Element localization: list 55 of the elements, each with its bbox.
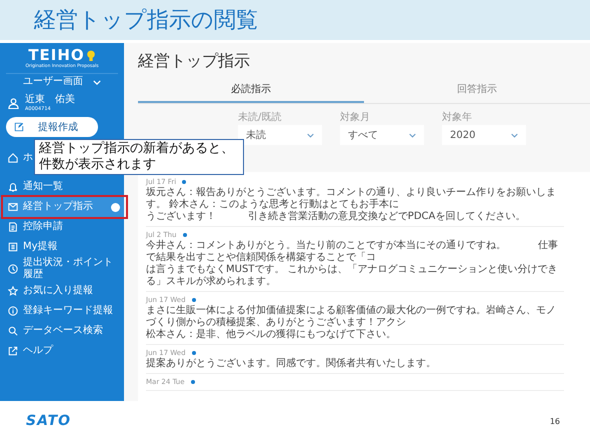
edit-icon xyxy=(14,122,24,132)
person-icon xyxy=(8,98,19,108)
document-icon xyxy=(8,222,18,232)
unread-dot xyxy=(192,298,196,302)
search-icon xyxy=(8,326,18,336)
unread-dot xyxy=(190,380,195,384)
filter-label: 未読/既読 xyxy=(238,112,282,123)
comment-text: 今井さん：コメントありがとう。当たり前のことですが本当にその通りですね。 仕事で結果を出すことや信頼関係を構築することで「コ xyxy=(146,240,559,264)
tab[interactable]: 回答指示 xyxy=(364,77,590,103)
sidebar-item[interactable]: 控除申請 xyxy=(0,217,124,237)
tab[interactable]: 必読指示 xyxy=(138,77,364,103)
info-icon xyxy=(8,306,18,316)
create-proposal-button[interactable]: 提報作成 xyxy=(6,117,98,137)
external-link-icon xyxy=(8,346,18,356)
user-name: 近東 佑美 xyxy=(25,94,75,106)
dropdown[interactable]: すべて xyxy=(340,125,424,145)
chevron-down-icon xyxy=(93,80,101,84)
unread-dot xyxy=(182,233,186,237)
sidebar-item[interactable]: データベース検索 xyxy=(0,321,124,341)
home-icon xyxy=(8,153,18,163)
filter-label: 対象月 xyxy=(340,112,371,123)
sidebar-item[interactable]: お気に入り提報 xyxy=(0,281,124,301)
comment-text: 松本さん：是非、他ラベルの獲得にもつなげて下さい。 xyxy=(146,329,397,341)
bell-icon xyxy=(8,182,18,192)
sidebar-item[interactable]: 提出状況・ポイント履歴 xyxy=(0,257,124,281)
comment-text: 提案ありがとうございます。同感です。関係者共有いたします。 xyxy=(146,358,437,370)
sidebar-item[interactable]: 通知一覧 xyxy=(0,177,124,197)
sidebar-item[interactable]: 登録キーワード提報 xyxy=(0,301,124,321)
comment-text: は言うまでもなくMUSTです。 これからは、「アナログコミュニケーションと使い分けできる」スキルが求められます。 xyxy=(146,264,559,288)
dropdown[interactable]: 未読 xyxy=(238,125,322,145)
lightbulb-icon xyxy=(86,50,96,62)
chevron-down-icon xyxy=(409,132,416,138)
unread-dot xyxy=(192,351,196,355)
callout-box: 経営トップ指示の新着があると、件数が表示されます xyxy=(34,139,244,175)
filter-label: 対象年 xyxy=(442,112,473,123)
unread-dot xyxy=(182,180,186,184)
company-logo: SATO xyxy=(26,413,72,429)
envelope-icon xyxy=(8,202,18,212)
sidebar-item[interactable]: ヘルプ xyxy=(0,341,124,361)
comment-text: 坂元さん：報告ありがとうございます。コメントの通り、より良いチーム作りをお願いします。 鈴木さん：このような思考と行動はとてもお手本に xyxy=(146,187,557,210)
star-icon xyxy=(8,286,18,296)
view-dropdown[interactable]: ユーザー画面 xyxy=(6,73,118,90)
list-icon xyxy=(8,242,18,252)
clock-icon xyxy=(8,264,18,274)
sidebar-item[interactable]: My提報 xyxy=(0,237,124,257)
page-number: 16 xyxy=(550,416,560,426)
page-title: 経営トップ指示 xyxy=(138,50,251,72)
chevron-down-icon xyxy=(307,132,314,138)
sidebar-item[interactable]: ホ xyxy=(0,139,30,177)
chevron-down-icon xyxy=(511,132,518,138)
comment-text: うございます！ 引き続き営業活動の意見交換などでPDCAを回してください。 xyxy=(146,211,526,223)
app-logo: TEIHO xyxy=(28,47,85,64)
comment-text: まさに生販一体による付加価値提案による顧客価値の最大化の一例ですね。岩崎さん、モノづくり側からの積極提案、ありがとうございます！アクシ xyxy=(146,305,557,328)
dropdown[interactable]: 2020 xyxy=(442,125,526,145)
slide-title: 経営トップ指示の閲覧 xyxy=(34,7,258,35)
